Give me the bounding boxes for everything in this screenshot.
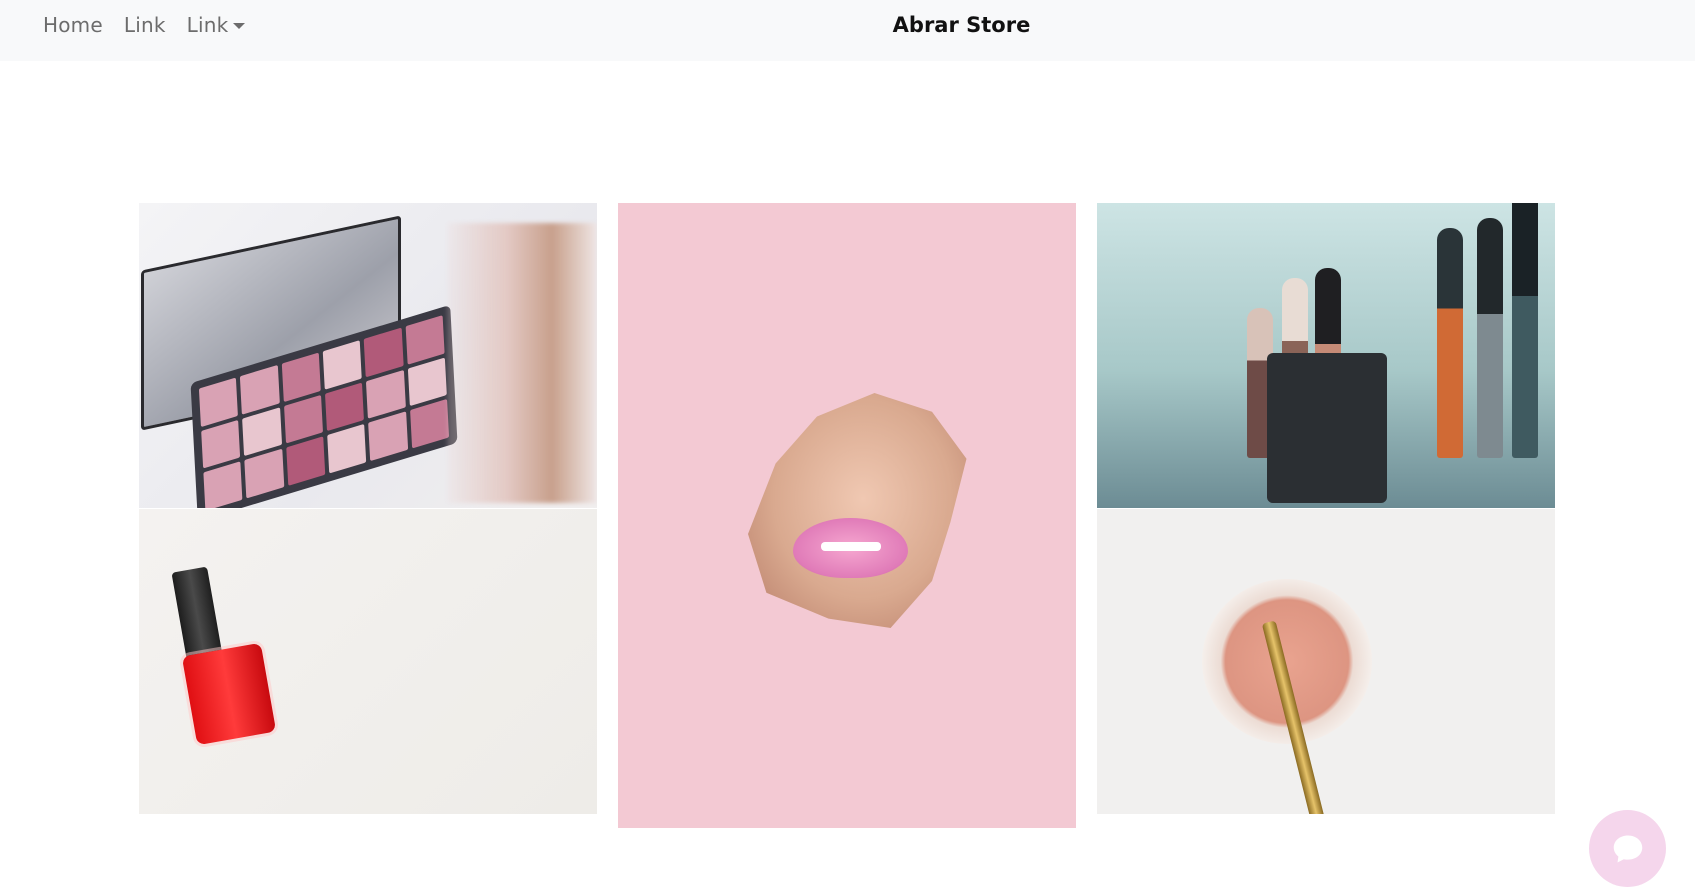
blurred-brushes bbox=[447, 223, 597, 503]
nav-dropdown-label: Link bbox=[186, 13, 229, 37]
torn-paper-face bbox=[748, 393, 967, 628]
gallery-image-nail-polish[interactable] bbox=[139, 509, 597, 814]
polish-cap bbox=[171, 566, 223, 662]
nav-links: Home Link Link bbox=[43, 13, 246, 37]
pink-lips bbox=[793, 518, 908, 578]
brand-title[interactable]: Abrar Store bbox=[893, 13, 1031, 37]
gallery-image-brushes[interactable] bbox=[1097, 203, 1555, 508]
nav-dropdown-link[interactable]: Link bbox=[187, 13, 246, 37]
gallery-image-eyeshadow-palette[interactable] bbox=[139, 203, 597, 508]
chat-button[interactable] bbox=[1589, 810, 1666, 887]
gallery-image-lips[interactable] bbox=[618, 203, 1076, 828]
chat-bubble-icon bbox=[1613, 835, 1642, 862]
gallery-image-powder[interactable] bbox=[1097, 509, 1555, 814]
nav-link-home[interactable]: Home bbox=[43, 13, 103, 37]
top-navbar: Home Link Link Abrar Store bbox=[0, 0, 1695, 61]
polish-bottle bbox=[181, 642, 277, 746]
brush-jar bbox=[1267, 353, 1387, 503]
image-gallery bbox=[139, 203, 1555, 828]
nav-link-link[interactable]: Link bbox=[124, 13, 166, 37]
caret-down-icon bbox=[233, 23, 246, 29]
brand-container: Abrar Store bbox=[0, 13, 1695, 37]
